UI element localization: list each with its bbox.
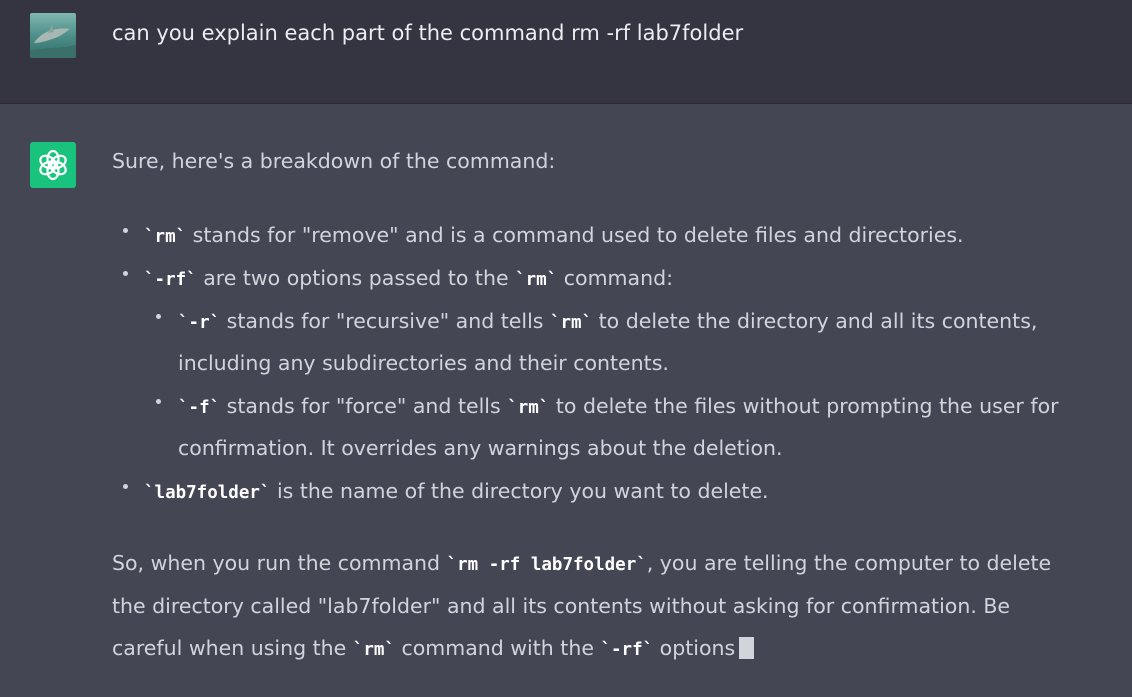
summary-text: careful when using the bbox=[112, 636, 353, 660]
list-item-text: to delete the files without prompting th… bbox=[549, 394, 1059, 418]
inline-code: `rm` bbox=[549, 313, 593, 333]
bullet-dot bbox=[123, 484, 128, 489]
list-item-rf: `-rf` are two options passed to the `rm`… bbox=[144, 263, 673, 295]
bullet-dot bbox=[123, 228, 128, 233]
inline-code: `rm` bbox=[144, 227, 187, 247]
user-avatar bbox=[30, 13, 76, 58]
sub-bullet-dot bbox=[156, 399, 161, 404]
sub-list-item-r: `-r` stands for "recursive" and tells `r… bbox=[178, 306, 1037, 338]
list-item-text: command: bbox=[557, 266, 673, 290]
bullet-dot bbox=[123, 271, 128, 276]
user-message-text: can you explain each part of the command… bbox=[112, 21, 744, 45]
user-message-row: can you explain each part of the command… bbox=[0, 0, 1132, 104]
sub-list-item-f: `-f` stands for "force" and tells `rm` t… bbox=[178, 391, 1059, 423]
summary-text: , you are telling the computer to delete bbox=[646, 551, 1052, 575]
sub-list-item-r-continuation: including any subdirectories and their c… bbox=[178, 351, 669, 375]
inline-code: `rm` bbox=[352, 640, 395, 660]
inline-code: `rm -rf lab7folder` bbox=[446, 555, 647, 575]
list-item-text: stands for "recursive" and tells bbox=[220, 309, 550, 333]
openai-logo-icon bbox=[39, 149, 67, 181]
list-item-text: stands for "force" and tells bbox=[220, 394, 508, 418]
sub-bullet-dot bbox=[156, 314, 161, 319]
summary-text: So, when you run the command bbox=[112, 551, 447, 575]
list-item-text: stands for "remove" and is a command use… bbox=[186, 223, 964, 247]
summary-line-1: So, when you run the command `rm -rf lab… bbox=[112, 548, 1051, 580]
inline-code: `-rf` bbox=[600, 640, 654, 660]
inline-code: `-rf` bbox=[144, 270, 197, 290]
inline-code: `lab7folder` bbox=[144, 483, 271, 503]
list-item-text: are two options passed to the bbox=[196, 266, 516, 290]
list-item-lab7folder: `lab7folder` is the name of the director… bbox=[144, 476, 769, 508]
summary-line-3: careful when using the `rm` command with… bbox=[112, 633, 755, 665]
assistant-intro: Sure, here's a breakdown of the command: bbox=[112, 149, 556, 173]
summary-line-2: the directory called "lab7folder" and al… bbox=[112, 594, 1011, 618]
assistant-avatar bbox=[30, 142, 76, 188]
list-item-text: is the name of the directory you want to… bbox=[270, 479, 769, 503]
inline-code: `-f` bbox=[178, 398, 221, 418]
assistant-message-row: Sure, here's a breakdown of the command:… bbox=[0, 104, 1132, 697]
inline-code: `-r` bbox=[178, 313, 221, 333]
inline-code: `rm` bbox=[515, 270, 558, 290]
inline-code: `rm` bbox=[507, 398, 550, 418]
summary-text: command with the bbox=[394, 636, 601, 660]
typing-cursor bbox=[739, 637, 755, 659]
list-item-text: to delete the directory and all its cont… bbox=[592, 309, 1038, 333]
dolphin-photo-icon bbox=[30, 13, 76, 58]
list-item-rm: `rm` stands for "remove" and is a comman… bbox=[144, 220, 964, 252]
summary-text: options bbox=[653, 636, 736, 660]
sub-list-item-f-continuation: confirmation. It overrides any warnings … bbox=[178, 436, 783, 460]
